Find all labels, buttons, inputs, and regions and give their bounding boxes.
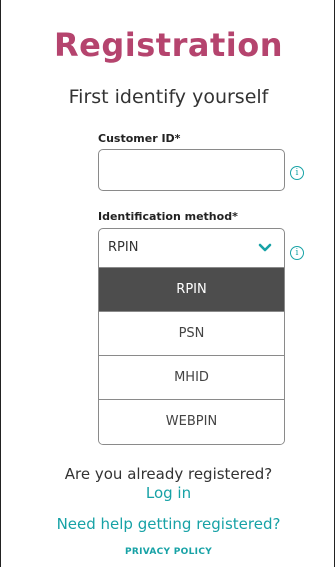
login-link[interactable]: Log in [1, 484, 335, 502]
identification-method-select[interactable]: RPIN [98, 228, 285, 268]
info-icon[interactable]: i [290, 246, 304, 260]
identification-method-label: Identification method* [98, 210, 238, 223]
help-registration-link[interactable]: Need help getting registered? [1, 515, 335, 533]
identification-method-options: RPIN PSN MHID WEBPIN [98, 268, 285, 445]
page-subtitle: First identify yourself [68, 86, 269, 108]
option-rpin[interactable]: RPIN [99, 268, 284, 312]
page-title: Registration [54, 26, 283, 64]
option-mhid[interactable]: MHID [99, 356, 284, 400]
chevron-down-icon [258, 243, 272, 252]
info-icon[interactable]: i [290, 166, 304, 180]
customer-id-input[interactable] [98, 149, 285, 191]
option-psn[interactable]: PSN [99, 312, 284, 356]
page-frame: Registration First identify yourself Cus… [0, 0, 335, 567]
privacy-policy-link[interactable]: PRIVACY POLICY [1, 547, 335, 557]
option-webpin[interactable]: WEBPIN [99, 400, 284, 444]
customer-id-label: Customer ID* [98, 132, 181, 145]
already-registered-text: Are you already registered? [64, 465, 273, 483]
selected-value: RPIN [108, 240, 139, 255]
